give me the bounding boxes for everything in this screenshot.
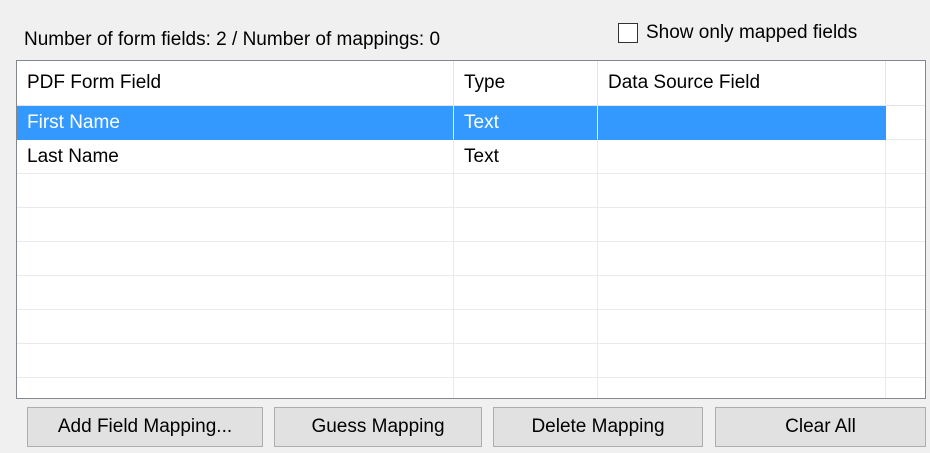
cell-filler [886, 242, 925, 276]
cell-data-source-field [598, 344, 886, 378]
table-row[interactable] [17, 310, 925, 344]
column-header-filler [886, 61, 925, 105]
cell-filler [886, 344, 925, 378]
table-row[interactable]: First Name Text [17, 106, 925, 140]
mapping-summary: Number of form fields: 2 / Number of map… [24, 29, 441, 50]
cell-pdf-form-field [17, 242, 454, 276]
cell-pdf-form-field: First Name [17, 106, 454, 140]
checkbox-box[interactable] [618, 23, 638, 43]
cell-data-source-field [598, 242, 886, 276]
cell-filler [886, 378, 925, 398]
cell-type [454, 174, 598, 208]
grid-header: PDF Form Field Type Data Source Field [17, 61, 925, 106]
column-header-data-source-field[interactable]: Data Source Field [598, 61, 886, 105]
cell-type: Text [454, 106, 598, 140]
table-row[interactable] [17, 174, 925, 208]
cell-type [454, 344, 598, 378]
clear-all-button[interactable]: Clear All [715, 407, 926, 447]
cell-filler [886, 106, 925, 140]
cell-filler [886, 208, 925, 242]
cell-pdf-form-field [17, 344, 454, 378]
cell-data-source-field [598, 310, 886, 344]
cell-data-source-field [598, 174, 886, 208]
cell-data-source-field [598, 208, 886, 242]
cell-pdf-form-field [17, 276, 454, 310]
cell-filler [886, 140, 925, 174]
column-header-type[interactable]: Type [454, 61, 598, 105]
field-mapping-grid[interactable]: PDF Form Field Type Data Source Field Fi… [16, 60, 926, 399]
cell-type [454, 242, 598, 276]
show-only-mapped-label: Show only mapped fields [646, 22, 858, 43]
table-row[interactable]: Last Name Text [17, 140, 925, 174]
cell-pdf-form-field [17, 378, 454, 398]
cell-data-source-field [598, 140, 886, 174]
cell-pdf-form-field [17, 208, 454, 242]
cell-filler [886, 276, 925, 310]
table-row[interactable] [17, 208, 925, 242]
guess-mapping-button[interactable]: Guess Mapping [274, 407, 482, 447]
delete-mapping-button[interactable]: Delete Mapping [493, 407, 703, 447]
table-row[interactable] [17, 276, 925, 310]
cell-data-source-field [598, 378, 886, 398]
cell-type [454, 208, 598, 242]
cell-pdf-form-field [17, 310, 454, 344]
cell-type [454, 310, 598, 344]
cell-pdf-form-field [17, 174, 454, 208]
column-header-pdf-form-field[interactable]: PDF Form Field [17, 61, 454, 105]
cell-type [454, 276, 598, 310]
add-field-mapping-button[interactable]: Add Field Mapping... [27, 407, 263, 447]
table-row[interactable] [17, 344, 925, 378]
cell-filler [886, 174, 925, 208]
table-row[interactable] [17, 242, 925, 276]
cell-data-source-field [598, 276, 886, 310]
table-row[interactable] [17, 378, 925, 398]
cell-pdf-form-field: Last Name [17, 140, 454, 174]
cell-filler [886, 310, 925, 344]
cell-data-source-field [598, 106, 886, 140]
cell-type [454, 378, 598, 398]
cell-type: Text [454, 140, 598, 174]
show-only-mapped-checkbox[interactable]: Show only mapped fields [618, 20, 857, 46]
